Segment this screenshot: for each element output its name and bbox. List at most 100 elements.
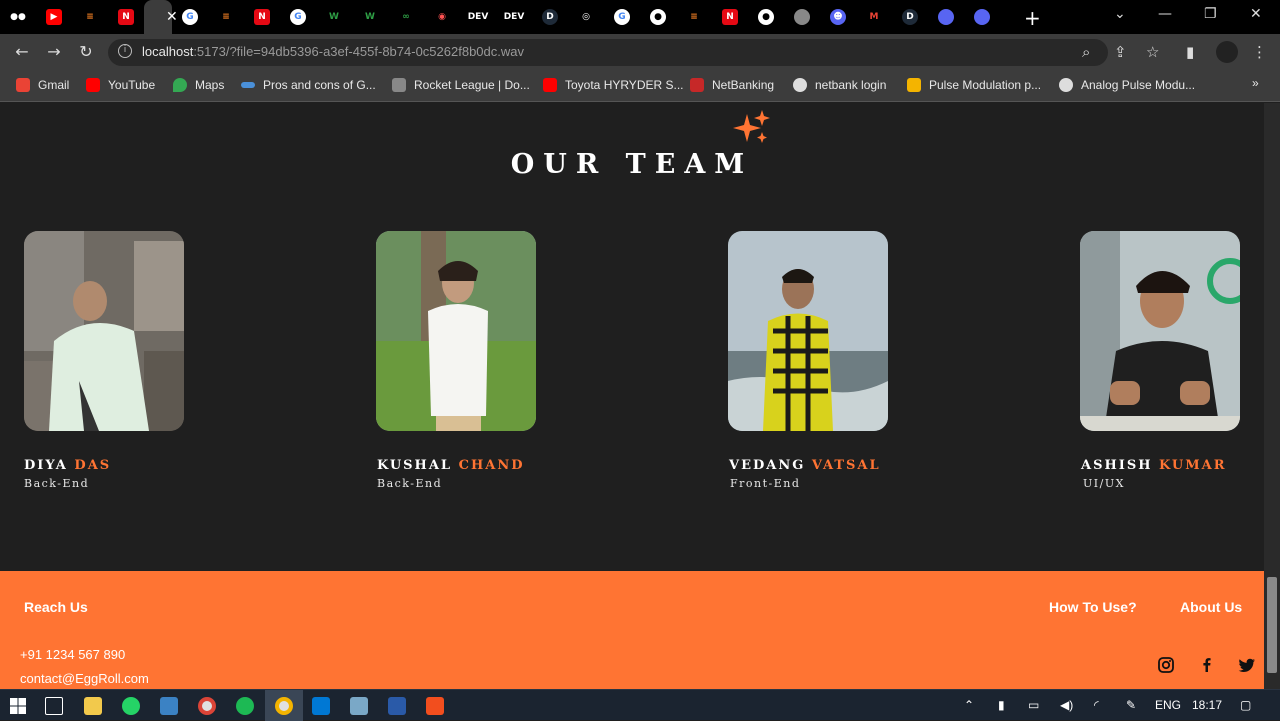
facebook-icon[interactable]: [1198, 656, 1216, 674]
tab-discord[interactable]: ☻: [820, 0, 856, 34]
tab-globe[interactable]: [784, 0, 820, 34]
tab-google-2[interactable]: G: [280, 0, 316, 34]
tab-stack-2[interactable]: ≡: [208, 0, 244, 34]
tray-overflow-icon[interactable]: ⌃: [964, 698, 974, 712]
tab-app-2[interactable]: [964, 0, 1000, 34]
globe-icon: [794, 9, 810, 25]
tab-youtube[interactable]: ▶: [36, 0, 72, 34]
netflix-icon: N: [722, 9, 738, 25]
youtube-icon: [86, 78, 100, 92]
discord-icon: ☻: [830, 9, 846, 25]
close-tab-icon[interactable]: ✕: [166, 9, 178, 25]
member-photo: [376, 231, 536, 431]
member-photo-image: [728, 231, 888, 431]
tab-d-2[interactable]: D: [892, 0, 928, 34]
bookmark-pulse-modulation[interactable]: Pulse Modulation p...: [907, 78, 1041, 92]
whatsapp-icon[interactable]: [122, 697, 140, 715]
notifications-icon[interactable]: ▢: [1240, 698, 1251, 712]
new-tab-icon[interactable]: +: [1024, 6, 1041, 30]
bookmark-maps[interactable]: Maps: [173, 78, 224, 92]
windows-start-icon[interactable]: [9, 697, 27, 715]
pen-icon[interactable]: ✎: [1126, 698, 1136, 712]
clock[interactable]: 18:17: [1192, 698, 1222, 712]
language-indicator[interactable]: ENG: [1155, 698, 1181, 712]
battery-icon[interactable]: ▭: [1028, 698, 1039, 712]
tab-dev[interactable]: DEV: [460, 0, 496, 34]
spotify-icon[interactable]: [236, 697, 254, 715]
tab-record[interactable]: ◉: [424, 0, 460, 34]
about-us-link[interactable]: About Us: [1180, 599, 1242, 615]
tab-d[interactable]: D: [532, 0, 568, 34]
instagram-icon[interactable]: [1157, 656, 1175, 674]
tab-infinity[interactable]: ∞: [388, 0, 424, 34]
github-icon: ●: [650, 9, 666, 25]
star-icon[interactable]: ☆: [1146, 43, 1159, 61]
minimize-icon[interactable]: —: [1158, 6, 1172, 22]
tab-dev-2[interactable]: DEV: [496, 0, 532, 34]
bookmark-gmail[interactable]: Gmail: [16, 78, 69, 92]
tab-w-2[interactable]: W: [352, 0, 388, 34]
bookmark-rocket-league[interactable]: Rocket League | Do...: [392, 78, 530, 92]
tab-netflix-3[interactable]: N: [712, 0, 748, 34]
bookmark-toyota[interactable]: Toyota HYRYDER S...: [543, 78, 684, 92]
chrome-icon[interactable]: [198, 697, 216, 715]
file-explorer-icon[interactable]: [84, 697, 102, 715]
task-view-icon[interactable]: [45, 697, 63, 715]
vscode-icon[interactable]: [312, 697, 330, 715]
tab-search-icon[interactable]: ⌄: [1114, 6, 1126, 22]
bookmark-youtube[interactable]: YouTube: [86, 78, 155, 92]
wifi-icon[interactable]: ◜: [1094, 698, 1099, 712]
more-bookmarks-icon[interactable]: »: [1252, 76, 1259, 90]
sidepanel-icon[interactable]: ▮: [1186, 43, 1194, 61]
back-icon[interactable]: ←: [12, 42, 32, 61]
bookmark-label: Toyota HYRYDER S...: [565, 78, 684, 92]
mic-icon[interactable]: ▮: [998, 698, 1005, 712]
bookmark-pros-cons[interactable]: Pros and cons of G...: [241, 78, 376, 92]
restore-icon[interactable]: ❐: [1204, 6, 1217, 22]
share-icon[interactable]: ⇪: [1114, 43, 1127, 61]
tab-netflix[interactable]: N: [108, 0, 144, 34]
how-to-use-link[interactable]: How To Use?: [1049, 599, 1137, 615]
app-icon[interactable]: [160, 697, 178, 715]
tab-chrome[interactable]: ◎: [568, 0, 604, 34]
bookmark-label: Rocket League | Do...: [414, 78, 530, 92]
zoom-icon[interactable]: ⌕: [1082, 43, 1090, 61]
sparkle-icon: [733, 110, 770, 143]
github-icon: ●: [758, 9, 774, 25]
tab-github-2[interactable]: ●: [748, 0, 784, 34]
bank-icon: [690, 78, 704, 92]
close-window-icon[interactable]: ✕: [1250, 6, 1262, 22]
tab-gmail[interactable]: M: [856, 0, 892, 34]
chrome-icon[interactable]: [275, 697, 293, 715]
bookmark-netbank-login[interactable]: netbank login: [793, 78, 886, 92]
netflix-icon: N: [118, 9, 134, 25]
menu-icon[interactable]: ⋮: [1252, 43, 1267, 61]
bookmark-netbanking[interactable]: NetBanking: [690, 78, 774, 92]
bookmark-analog-pulse[interactable]: Analog Pulse Modu...: [1059, 78, 1195, 92]
scrollbar-thumb[interactable]: [1267, 577, 1277, 673]
dev-icon: DEV: [503, 12, 525, 22]
volume-icon[interactable]: ◀): [1060, 698, 1073, 712]
twitter-icon[interactable]: [1238, 656, 1256, 674]
tab-google-3[interactable]: G: [604, 0, 640, 34]
email-address[interactable]: contact@EggRoll.com: [20, 671, 149, 686]
url-text[interactable]: localhost:5173/?file=94db5396-a3ef-455f-…: [142, 44, 524, 59]
tab-stack[interactable]: ≡: [72, 0, 108, 34]
forward-icon[interactable]: →: [44, 42, 64, 61]
tab-app[interactable]: [928, 0, 964, 34]
profile-avatar[interactable]: [1216, 41, 1238, 63]
phone-number: +91 1234 567 890: [20, 647, 126, 662]
taskbar: ⌃ ▮ ▭ ◀) ◜ ✎ ENG 18:17 ▢: [0, 689, 1280, 721]
team-member-card: DIYA DAS Back-End: [24, 231, 184, 490]
powershell-icon[interactable]: [388, 697, 406, 715]
figma-icon[interactable]: [426, 697, 444, 715]
site-info-icon[interactable]: i: [118, 44, 132, 58]
reload-icon[interactable]: ↻: [76, 42, 96, 61]
tab-netflix-2[interactable]: N: [244, 0, 280, 34]
tab-medium[interactable]: ●●: [0, 0, 36, 34]
tab-github[interactable]: ●: [640, 0, 676, 34]
youtube-icon: [543, 78, 557, 92]
app-icon[interactable]: [350, 697, 368, 715]
tab-stack-3[interactable]: ≡: [676, 0, 712, 34]
tab-w[interactable]: W: [316, 0, 352, 34]
